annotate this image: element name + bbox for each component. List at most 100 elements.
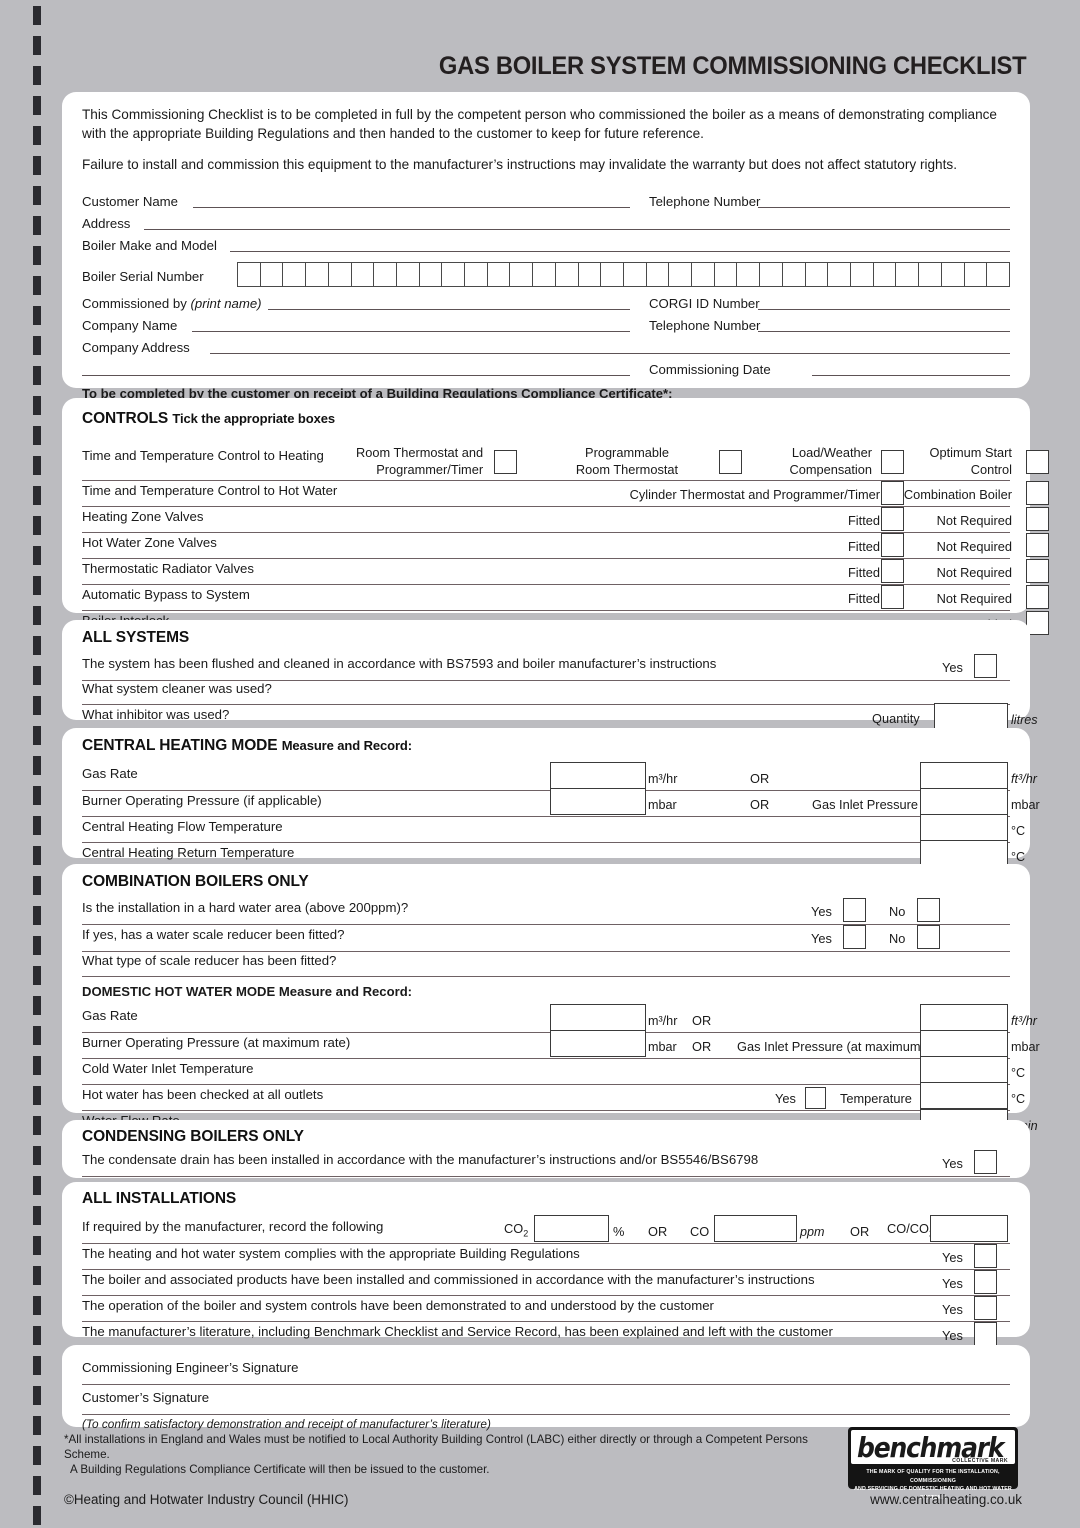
- dhw-gas-rate-ft3-input[interactable]: [920, 1004, 1008, 1031]
- boiler-serial-cell[interactable]: [350, 262, 374, 286]
- footnote-line-1: *All installations in England and Wales …: [64, 1433, 808, 1461]
- binding-dash: [33, 276, 41, 295]
- all-systems-row-1-yes-checkbox[interactable]: [974, 654, 997, 678]
- all-systems-quantity-input[interactable]: [934, 703, 1008, 730]
- ch-gas-inlet-pressure-unit: mbar: [1011, 798, 1040, 812]
- dhw-hot-checked-yes-checkbox[interactable]: [805, 1087, 826, 1109]
- combi-hardwater-yes-checkbox[interactable]: [843, 898, 866, 922]
- boiler-serial-cell[interactable]: [668, 262, 691, 286]
- ch-gas-inlet-pressure-input[interactable]: [920, 788, 1008, 815]
- boiler-serial-cell[interactable]: [963, 262, 987, 286]
- co2-input[interactable]: [534, 1215, 609, 1242]
- benchmark-logo-collective-mark: COLLECTIVE MARK: [952, 1458, 1008, 1464]
- boiler-serial-cell[interactable]: [849, 262, 873, 286]
- ch-return-temp-input[interactable]: [920, 840, 1008, 867]
- controls-heating-label: Time and Temperature Control to Heating: [82, 448, 324, 463]
- boiler-serial-cell[interactable]: [395, 262, 419, 286]
- all-installations-row-label: The boiler and associated products have …: [82, 1272, 815, 1287]
- controls-heating-option-4-checkbox[interactable]: [1026, 450, 1049, 474]
- customer-name-input[interactable]: [193, 206, 630, 208]
- all-installations-row-yes-checkbox[interactable]: [974, 1296, 997, 1320]
- boiler-serial-cell[interactable]: [713, 262, 737, 286]
- boiler-serial-cell[interactable]: [986, 262, 1009, 286]
- engineer-signature-row[interactable]: Commissioning Engineer’s Signature: [82, 1353, 1010, 1385]
- combi-scalereducer-no-checkbox[interactable]: [917, 925, 940, 949]
- ch-gas-inlet-pressure-label: Gas Inlet Pressure: [812, 797, 918, 812]
- co-co2-ratio-input[interactable]: [930, 1215, 1008, 1242]
- ch-burner-pressure-input[interactable]: [550, 788, 646, 815]
- combi-hardwater-no-checkbox[interactable]: [917, 898, 940, 922]
- boiler-serial-cell[interactable]: [486, 262, 510, 286]
- dhw-gas-inlet-pressure-input[interactable]: [920, 1030, 1008, 1057]
- boiler-serial-cell[interactable]: [691, 262, 714, 286]
- boiler-serial-cell[interactable]: [918, 262, 941, 286]
- company-address-input[interactable]: [210, 352, 1010, 354]
- ch-flow-temp-input[interactable]: [920, 814, 1008, 841]
- commissioning-date-input[interactable]: [812, 374, 1010, 376]
- binding-dash: [33, 1116, 41, 1135]
- boiler-serial-cell[interactable]: [418, 262, 442, 286]
- telephone-number-2-input[interactable]: [758, 330, 1010, 332]
- controls-heating-option-1-checkbox[interactable]: [494, 450, 517, 474]
- commissioned-by-input[interactable]: [268, 308, 630, 310]
- binding-dash: [33, 936, 41, 955]
- controls-hotwater-option-2-checkbox[interactable]: [1026, 481, 1049, 505]
- boiler-serial-cell[interactable]: [600, 262, 623, 286]
- boiler-serial-cell[interactable]: [259, 262, 283, 286]
- boiler-serial-cell[interactable]: [759, 262, 782, 286]
- boiler-serial-cell[interactable]: [282, 262, 305, 286]
- boiler-serial-cell[interactable]: [509, 262, 532, 286]
- boiler-serial-cell[interactable]: [373, 262, 396, 286]
- boiler-serial-cell[interactable]: [622, 262, 646, 286]
- boiler-serial-cell[interactable]: [736, 262, 759, 286]
- boiler-serial-cell[interactable]: [554, 262, 578, 286]
- controls-valve-notrequired-checkbox[interactable]: [1026, 507, 1049, 531]
- central-heating-mode-card: CENTRAL HEATING MODE Measure and Record:…: [62, 728, 1040, 869]
- condensing-drain-yes-checkbox[interactable]: [974, 1150, 997, 1174]
- boiler-serial-cell[interactable]: [577, 262, 601, 286]
- controls-valve-notrequired-checkbox[interactable]: [1026, 585, 1049, 609]
- all-installations-row-yes-label: Yes: [942, 1328, 963, 1343]
- boiler-serial-cell[interactable]: [532, 262, 555, 286]
- customer-signature-row[interactable]: Customer’s Signature: [82, 1385, 1010, 1415]
- boiler-make-model-input[interactable]: [230, 250, 1010, 252]
- boiler-serial-cell[interactable]: [804, 262, 828, 286]
- all-systems-quantity-unit: litres: [1011, 713, 1038, 727]
- boiler-serial-cell[interactable]: [895, 262, 918, 286]
- ch-burner-pressure-or: OR: [750, 797, 770, 812]
- dhw-cold-inlet-input[interactable]: [920, 1056, 1008, 1083]
- combi-scalereducer-yes-checkbox[interactable]: [843, 925, 866, 949]
- boiler-serial-cell[interactable]: [237, 262, 260, 286]
- boiler-serial-cell[interactable]: [781, 262, 805, 286]
- company-address-line2-input[interactable]: [82, 374, 630, 376]
- dhw-gas-inlet-pressure-label: Gas Inlet Pressure (at maximum rate): [737, 1039, 951, 1054]
- boiler-serial-cell[interactable]: [441, 262, 464, 286]
- binding-dash: [33, 636, 41, 655]
- ch-gas-rate-m3-input[interactable]: [550, 762, 646, 789]
- boiler-serial-cell[interactable]: [872, 262, 896, 286]
- boiler-serial-input[interactable]: [237, 261, 1010, 287]
- dhw-temperature-input[interactable]: [920, 1082, 1008, 1109]
- controls-valve-fitted-label: Fitted: [847, 513, 880, 528]
- all-installations-row-yes-checkbox[interactable]: [974, 1270, 997, 1294]
- boiler-serial-cell[interactable]: [305, 262, 328, 286]
- all-installations-row-yes-checkbox[interactable]: [974, 1244, 997, 1268]
- boiler-serial-cell[interactable]: [327, 262, 351, 286]
- telephone-number-input[interactable]: [758, 206, 1010, 208]
- controls-valve-notrequired-checkbox[interactable]: [1026, 559, 1049, 583]
- ch-gas-rate-ft3-input[interactable]: [920, 762, 1008, 789]
- boiler-serial-cell[interactable]: [645, 262, 669, 286]
- boiler-serial-cell[interactable]: [464, 262, 487, 286]
- dhw-gas-rate-m3-input[interactable]: [550, 1004, 646, 1031]
- corgi-id-input[interactable]: [758, 308, 1010, 310]
- boiler-serial-cell[interactable]: [940, 262, 964, 286]
- company-name-input[interactable]: [192, 330, 630, 332]
- dhw-burner-pressure-input[interactable]: [550, 1030, 646, 1057]
- co-input[interactable]: [714, 1215, 797, 1242]
- controls-valve-notrequired-checkbox[interactable]: [1026, 533, 1049, 557]
- boiler-serial-cell[interactable]: [827, 262, 850, 286]
- address-row: Address: [82, 210, 1010, 233]
- binding-dash: [33, 1146, 41, 1165]
- all-installations-row-yes-checkbox[interactable]: [974, 1322, 997, 1346]
- address-input[interactable]: [144, 228, 1010, 230]
